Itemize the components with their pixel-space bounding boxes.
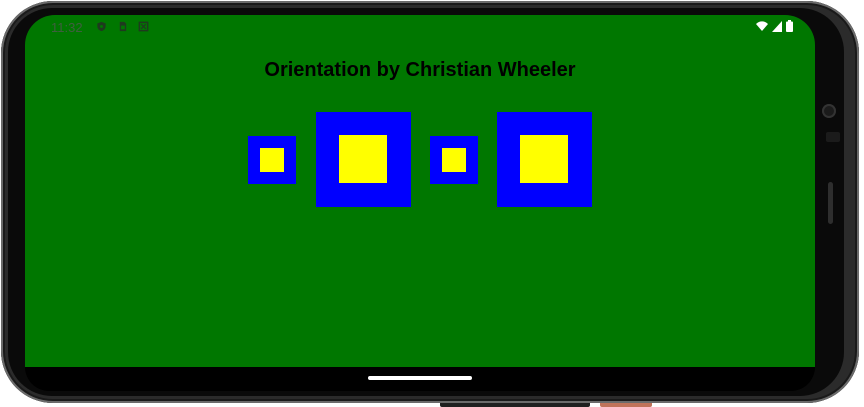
status-right-icons	[756, 20, 793, 32]
power-button	[600, 403, 652, 407]
sensor-icon	[826, 132, 840, 142]
sim-card-icon	[119, 21, 127, 32]
home-gesture-handle[interactable]	[368, 376, 472, 380]
small-square	[430, 136, 478, 184]
wifi-icon	[756, 20, 768, 31]
volume-button	[440, 403, 590, 407]
status-time: 11:32	[51, 20, 83, 35]
status-bar: 11:32	[25, 15, 815, 39]
battery-icon	[786, 20, 793, 32]
large-square-inner	[520, 135, 568, 183]
app-title: Orientation by Christian Wheeler	[264, 59, 576, 81]
front-camera-icon	[822, 104, 836, 118]
signal-icon	[772, 20, 782, 32]
speaker-grille	[828, 182, 833, 224]
large-square	[316, 112, 411, 207]
small-square-inner	[260, 148, 284, 172]
shield-icon	[97, 21, 106, 32]
app-screen: 11:32 Orientation by Christian Wheeler	[25, 15, 815, 367]
large-square	[497, 112, 592, 207]
large-square-inner	[339, 135, 387, 183]
small-square	[248, 136, 296, 184]
phone-device: 11:32 Orientation by Christian Wheeler	[0, 0, 864, 407]
notification-icon	[138, 21, 149, 32]
small-square-inner	[442, 148, 466, 172]
